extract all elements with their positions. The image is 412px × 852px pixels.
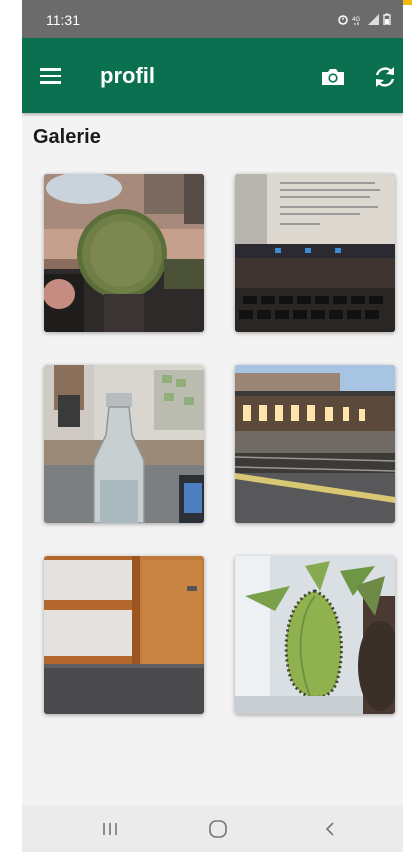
app-bar: profil [22, 38, 403, 113]
camera-icon [322, 69, 344, 85]
home-icon [209, 820, 227, 838]
gallery-heading: Galerie [33, 126, 101, 148]
recent-apps-button[interactable] [90, 815, 130, 843]
gallery-photo-bottle[interactable] [44, 365, 204, 523]
bottle-photo [44, 365, 204, 523]
gallery-photo-laptop[interactable] [235, 174, 395, 332]
gallery-photo-door[interactable] [44, 556, 204, 714]
alarm-icon [338, 12, 348, 30]
menu-button[interactable] [36, 60, 68, 92]
sync-button[interactable] [370, 62, 400, 92]
svg-text:4G: 4G [352, 17, 360, 23]
laptop-photo [235, 174, 395, 332]
gallery-photo-succulent[interactable] [235, 556, 395, 714]
status-icons: 4G [338, 12, 391, 30]
back-icon [325, 822, 334, 836]
battery-icon [383, 12, 391, 30]
status-bar: 11:31 4G [22, 0, 403, 38]
status-time: 11:31 [46, 12, 80, 28]
station-photo [235, 365, 395, 523]
phone-screen: 11:31 4G profil Galerie [22, 0, 403, 852]
page-title: profil [100, 63, 155, 88]
recent-apps-icon [103, 823, 117, 835]
data-network-icon: 4G [352, 12, 364, 30]
back-button[interactable] [310, 815, 350, 843]
signal-icon [368, 12, 379, 30]
gallery-photo-cactus[interactable] [44, 174, 204, 332]
cactus-photo [44, 174, 204, 332]
sync-icon [375, 67, 395, 87]
gallery-photo-station[interactable] [235, 365, 395, 523]
door-photo [44, 556, 204, 714]
menu-icon [40, 68, 61, 71]
home-button[interactable] [198, 815, 238, 843]
system-nav-bar [22, 805, 403, 852]
camera-button[interactable] [318, 62, 348, 92]
succulent-photo [235, 556, 395, 714]
